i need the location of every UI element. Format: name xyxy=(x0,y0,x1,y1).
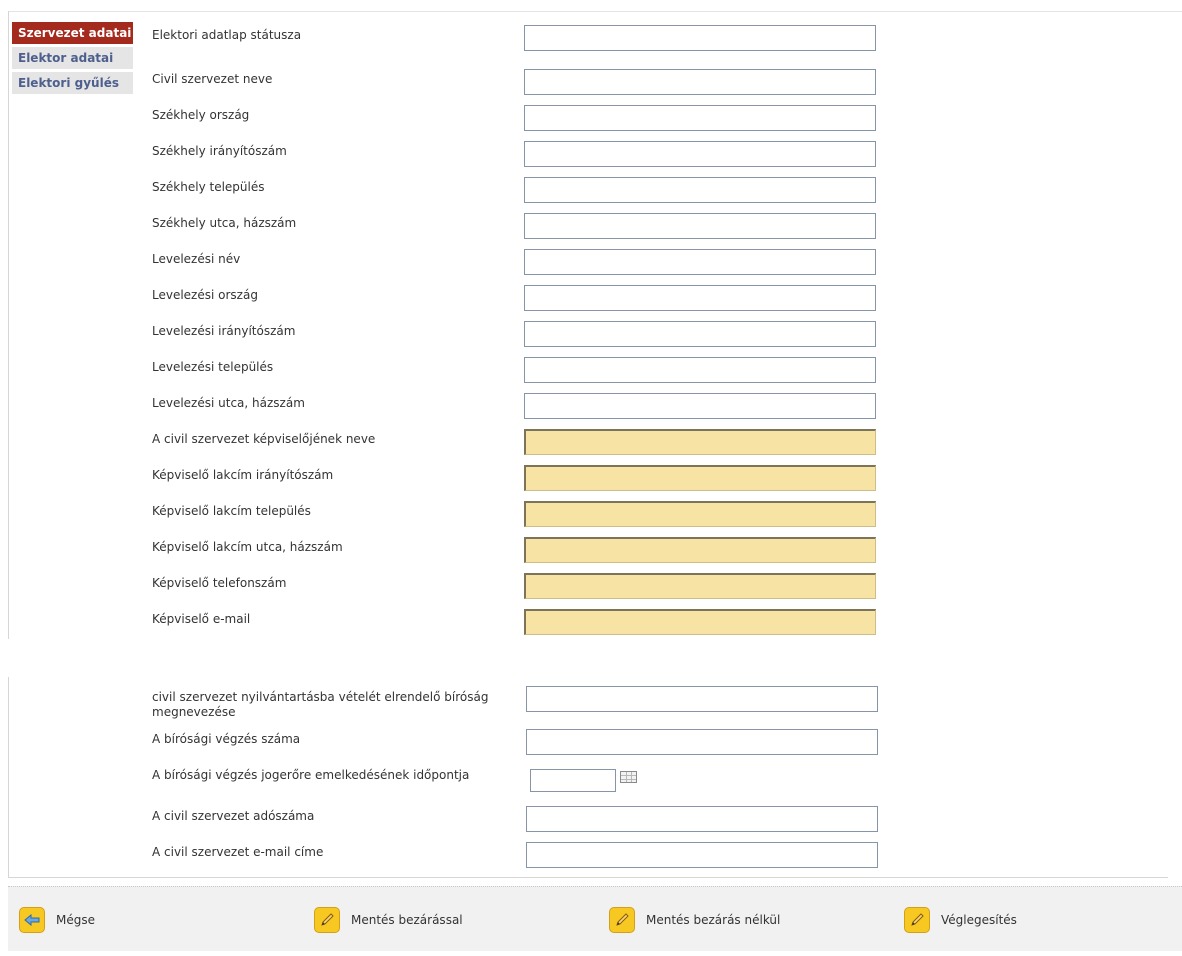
court-order-number-field[interactable] xyxy=(526,729,878,755)
field-label: Székhely irányítószám xyxy=(152,144,287,158)
form-frame-bottom xyxy=(8,877,1168,878)
mail-country-field[interactable] xyxy=(524,285,876,311)
back-arrow-icon xyxy=(19,907,45,933)
field-label: A civil szervezet adószáma xyxy=(152,809,315,823)
seat-street-field[interactable] xyxy=(524,213,876,239)
save-close-label: Mentés bezárással xyxy=(351,913,463,927)
representative-name-field[interactable] xyxy=(524,429,876,455)
form-frame-border xyxy=(8,11,9,639)
field-label: Levelezési irányítószám xyxy=(152,324,296,338)
field-label: A bírósági végzés száma xyxy=(152,732,301,746)
mail-street-field[interactable] xyxy=(524,393,876,419)
footer-toolbar: Mégse Mentés bezárással Mentés bezárás n… xyxy=(8,886,1182,951)
field-label: Levelezési település xyxy=(152,360,274,374)
field-label: Képviselő lakcím település xyxy=(152,504,311,518)
field-label: Székhely település xyxy=(152,180,265,194)
cancel-label: Mégse xyxy=(56,913,95,927)
field-label: Levelezési utca, házszám xyxy=(152,396,305,410)
sidebar: Szervezet adatai Elektor adatai Elektori… xyxy=(12,22,133,97)
field-label: A civil szervezet képviselőjének neve xyxy=(152,432,376,446)
seat-city-field[interactable] xyxy=(524,177,876,203)
field-label: A civil szervezet e-mail címe xyxy=(152,845,324,859)
field-label: Székhely utca, házszám xyxy=(152,216,297,230)
sidebar-item-elektor-adatai[interactable]: Elektor adatai xyxy=(12,47,133,69)
top-divider xyxy=(8,11,1182,12)
field-label: Képviselő e-mail xyxy=(152,612,251,626)
court-order-date-field[interactable] xyxy=(530,769,616,792)
representative-city-field[interactable] xyxy=(524,501,876,527)
representative-phone-field[interactable] xyxy=(524,573,876,599)
finalize-label: Véglegesítés xyxy=(941,913,1017,927)
field-label: Székhely ország xyxy=(152,108,250,122)
field-label: Elektori adatlap státusza xyxy=(152,28,302,42)
field-label: Civil szervezet neve xyxy=(152,72,273,86)
form-frame-border-2 xyxy=(8,677,9,877)
mail-city-field[interactable] xyxy=(524,357,876,383)
seat-country-field[interactable] xyxy=(524,105,876,131)
mail-name-field[interactable] xyxy=(524,249,876,275)
pencil-icon xyxy=(314,907,340,933)
court-name-field[interactable] xyxy=(526,686,878,712)
seat-zip-field[interactable] xyxy=(524,141,876,167)
field-label: civil szervezet nyilvántartásba vételét … xyxy=(152,690,489,719)
tax-number-field[interactable] xyxy=(526,806,878,832)
status-field[interactable] xyxy=(524,25,876,51)
pencil-icon xyxy=(904,907,930,933)
representative-email-field[interactable] xyxy=(524,609,876,635)
representative-street-field[interactable] xyxy=(524,537,876,563)
sidebar-item-elektori-gyules[interactable]: Elektori gyűlés xyxy=(12,72,133,94)
field-label: Képviselő telefonszám xyxy=(152,576,287,590)
organization-email-field[interactable] xyxy=(526,842,878,868)
field-label: Levelezési ország xyxy=(152,288,258,302)
calendar-icon[interactable] xyxy=(620,771,637,783)
field-label: A bírósági végzés jogerőre emelkedésének… xyxy=(152,768,470,782)
field-label: Képviselő lakcím utca, házszám xyxy=(152,540,343,554)
organization-name-field[interactable] xyxy=(524,69,876,95)
field-label: Levelezési név xyxy=(152,252,241,266)
sidebar-item-szervezet-adatai[interactable]: Szervezet adatai xyxy=(12,22,133,44)
pencil-icon xyxy=(609,907,635,933)
representative-zip-field[interactable] xyxy=(524,465,876,491)
save-noclose-label: Mentés bezárás nélkül xyxy=(646,913,781,927)
mail-zip-field[interactable] xyxy=(524,321,876,347)
field-label: Képviselő lakcím irányítószám xyxy=(152,468,334,482)
